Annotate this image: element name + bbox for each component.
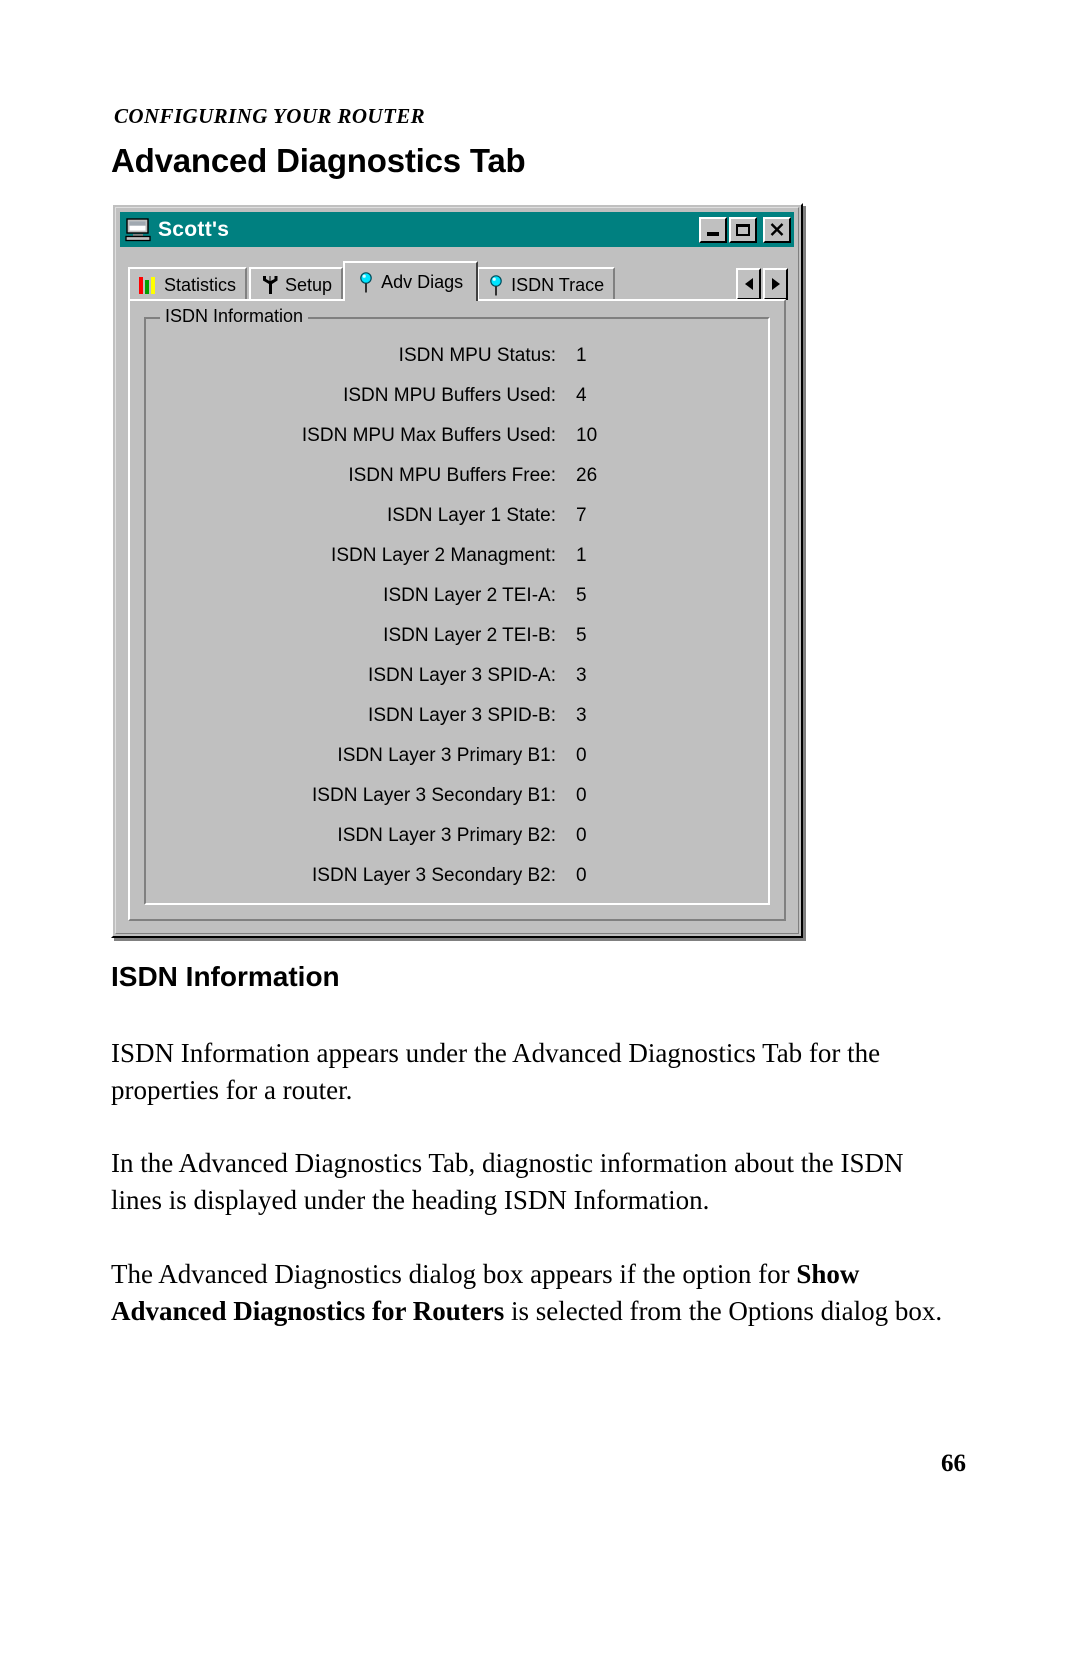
- chevron-left-icon: [744, 278, 753, 290]
- table-row: ISDN Layer 2 TEI-A: 5: [146, 585, 768, 625]
- table-row: ISDN Layer 2 Managment: 1: [146, 545, 768, 585]
- row-value: 3: [576, 705, 587, 726]
- row-value: 3: [576, 665, 587, 686]
- row-value: 0: [576, 785, 587, 806]
- table-row: ISDN Layer 2 TEI-B: 5: [146, 625, 768, 665]
- row-value: 4: [576, 385, 587, 406]
- row-value: 7: [576, 505, 587, 526]
- minimize-button[interactable]: [699, 216, 727, 243]
- row-label: ISDN Layer 3 SPID-A:: [368, 665, 556, 686]
- tab-isdn-trace-label: ISDN Trace: [511, 274, 605, 295]
- row-label: ISDN Layer 3 Primary B1:: [337, 745, 556, 766]
- row-value: 26: [576, 465, 598, 486]
- table-row: ISDN Layer 3 Secondary B2: 0: [146, 865, 768, 905]
- window-controls: [699, 216, 791, 243]
- tab-isdn-trace[interactable]: ISDN Trace: [477, 267, 616, 301]
- row-label: ISDN Layer 2 TEI-B:: [383, 625, 556, 646]
- row-value: 0: [576, 865, 587, 886]
- paragraph-3: The Advanced Diagnostics dialog box appe…: [111, 1256, 951, 1330]
- bar-chart-icon: [139, 276, 157, 294]
- tab-statistics-label: Statistics: [164, 274, 237, 295]
- table-row: ISDN MPU Max Buffers Used: 10: [146, 425, 768, 465]
- table-row: ISDN MPU Buffers Used: 4: [146, 385, 768, 425]
- row-label: ISDN MPU Buffers Free:: [348, 465, 556, 486]
- router-properties-dialog: Scott's Statistics Setup Adv Diags ISDN …: [111, 203, 803, 938]
- maximize-button[interactable]: [729, 216, 757, 243]
- table-row: ISDN Layer 3 SPID-B: 3: [146, 705, 768, 745]
- row-label: ISDN MPU Max Buffers Used:: [301, 425, 556, 446]
- dialog-client-area: Statistics Setup Adv Diags ISDN Trace IS…: [120, 249, 794, 929]
- table-row: ISDN Layer 3 Primary B2: 0: [146, 825, 768, 865]
- tab-setup[interactable]: Setup: [249, 267, 344, 301]
- isdn-information-groupbox: ISDN Information ISDN MPU Status: 1 ISDN…: [144, 307, 770, 905]
- row-value: 10: [576, 425, 598, 446]
- table-row: ISDN Layer 3 Primary B1: 0: [146, 745, 768, 785]
- row-label: ISDN Layer 3 Secondary B2:: [312, 865, 556, 886]
- close-button[interactable]: [763, 216, 791, 243]
- groupbox-title: ISDN Information: [160, 307, 309, 325]
- tab-strip: Statistics Setup Adv Diags ISDN Trace: [128, 261, 788, 301]
- page-number: 66: [941, 1450, 966, 1477]
- row-label: ISDN MPU Status:: [398, 345, 556, 366]
- table-row: ISDN Layer 3 SPID-A: 3: [146, 665, 768, 705]
- table-row: ISDN MPU Status: 1: [146, 345, 768, 385]
- paragraph-1: ISDN Information appears under the Advan…: [111, 1038, 881, 1105]
- pin-icon: [488, 274, 504, 296]
- row-value: 1: [576, 345, 587, 366]
- dialog-title: Scott's: [158, 217, 230, 241]
- row-label: ISDN MPU Buffers Used:: [343, 385, 556, 406]
- tab-scroll-right-button[interactable]: [763, 268, 788, 300]
- table-row: ISDN Layer 1 State: 7: [146, 505, 768, 545]
- table-row: ISDN MPU Buffers Free: 26: [146, 465, 768, 505]
- running-head: CONFIGURING YOUR ROUTER: [114, 104, 426, 128]
- tab-page-adv-diags: ISDN Information ISDN MPU Status: 1 ISDN…: [128, 299, 786, 921]
- dialog-inner-frame: Scott's Statistics Setup Adv Diags ISDN …: [115, 207, 799, 934]
- chevron-right-icon: [771, 278, 780, 290]
- row-value: 0: [576, 825, 587, 846]
- minimize-icon: [707, 231, 719, 236]
- maximize-icon: [736, 223, 750, 236]
- tab-setup-label: Setup: [285, 274, 333, 295]
- tab-adv-diags-label: Adv Diags: [381, 271, 464, 292]
- row-label: ISDN Layer 3 Secondary B1:: [312, 785, 556, 806]
- row-label: ISDN Layer 2 TEI-A:: [383, 585, 556, 606]
- tab-scroll-buttons: [734, 267, 788, 301]
- table-row: ISDN Layer 3 Secondary B1: 0: [146, 785, 768, 825]
- page-title: Advanced Diagnostics Tab: [111, 142, 526, 179]
- wrench-icon: [260, 275, 278, 295]
- row-value: 5: [576, 585, 587, 606]
- row-value: 1: [576, 545, 587, 566]
- dialog-titlebar[interactable]: Scott's: [120, 212, 794, 247]
- paragraph-2: In the Advanced Diagnostics Tab, diagnos…: [111, 1148, 904, 1215]
- row-value: 5: [576, 625, 587, 646]
- paragraph-3-before: The Advanced Diagnostics dialog box appe…: [111, 1259, 797, 1289]
- close-icon: [770, 222, 784, 236]
- row-label: ISDN Layer 3 Primary B2:: [337, 825, 556, 846]
- row-value: 0: [576, 745, 587, 766]
- row-label: ISDN Layer 1 State:: [387, 505, 556, 526]
- row-label: ISDN Layer 3 SPID-B:: [368, 705, 556, 726]
- tab-scroll-left-button[interactable]: [736, 268, 761, 300]
- document-page: CONFIGURING YOUR ROUTER Advanced Diagnos…: [0, 0, 1080, 1669]
- isdn-information-rows: ISDN MPU Status: 1 ISDN MPU Buffers Used…: [146, 345, 768, 905]
- section-heading: ISDN Information: [111, 961, 340, 992]
- tab-adv-diags[interactable]: Adv Diags: [343, 261, 479, 301]
- paragraph-3-after: is selected from the Options dialog box.: [504, 1296, 943, 1326]
- computer-icon: [125, 217, 151, 242]
- pin-icon: [358, 271, 374, 293]
- tab-statistics[interactable]: Statistics: [128, 267, 248, 301]
- row-label: ISDN Layer 2 Managment:: [331, 545, 556, 566]
